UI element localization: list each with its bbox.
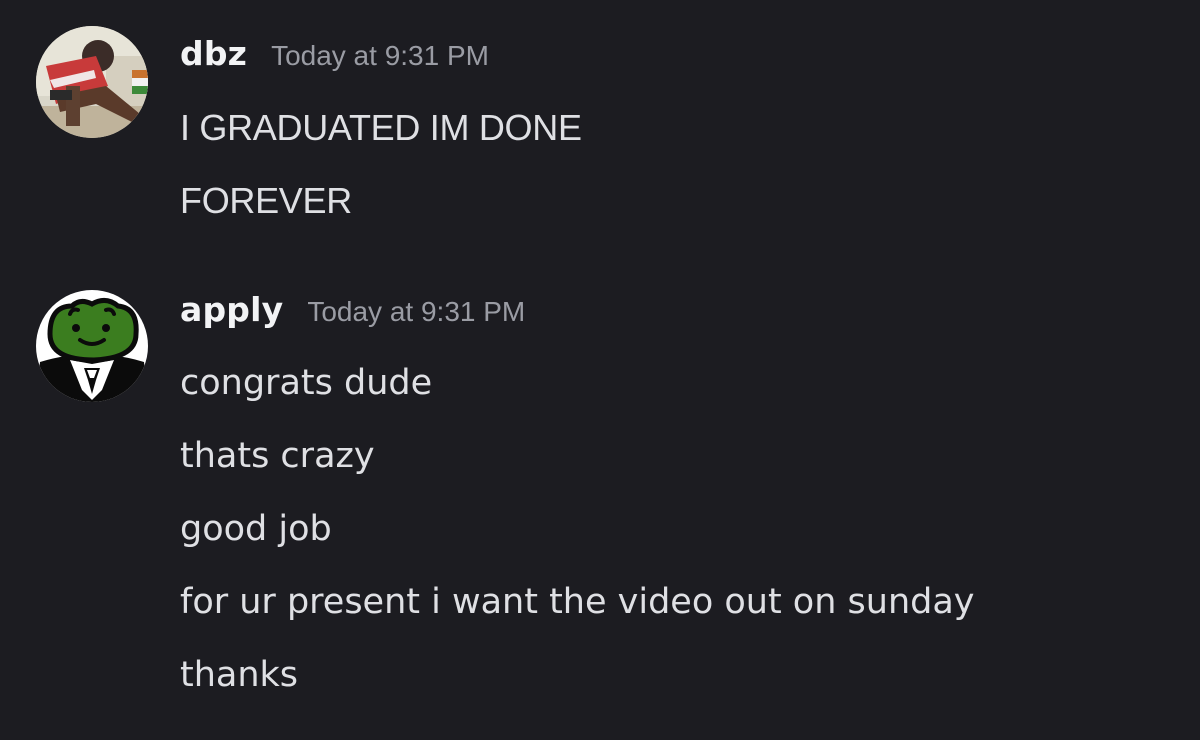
message-line: for ur present i want the video out on s… — [180, 582, 975, 622]
user-photo-avatar-icon — [36, 26, 148, 138]
avatar[interactable] — [36, 26, 148, 138]
message-content: apply Today at 9:31 PM congrats dude tha… — [180, 290, 1160, 712]
message-body: I GRADUATED IM DONE FOREVER — [180, 91, 1160, 237]
message-line: I GRADUATED IM DONE — [180, 107, 582, 148]
avatar[interactable] — [36, 290, 148, 402]
username[interactable]: dbz — [180, 34, 247, 73]
message-body: congrats dude thats crazy good job for u… — [180, 347, 1160, 712]
message-header: dbz Today at 9:31 PM — [180, 34, 1160, 98]
message-line: thanks — [180, 655, 299, 695]
chat-message-list: dbz Today at 9:31 PM I GRADUATED IM DONE… — [0, 0, 1200, 740]
message-header: apply Today at 9:31 PM — [180, 290, 1160, 354]
timestamp[interactable]: Today at 9:31 PM — [307, 296, 525, 328]
username[interactable]: apply — [180, 290, 283, 329]
message-line: good job — [180, 509, 332, 549]
message-content: dbz Today at 9:31 PM I GRADUATED IM DONE… — [180, 26, 1160, 237]
frog-face-avatar-icon — [36, 290, 148, 402]
timestamp[interactable]: Today at 9:31 PM — [271, 40, 489, 72]
message-line: FOREVER — [180, 180, 352, 221]
message-line: thats crazy — [180, 436, 375, 476]
message-line: congrats dude — [180, 363, 433, 403]
